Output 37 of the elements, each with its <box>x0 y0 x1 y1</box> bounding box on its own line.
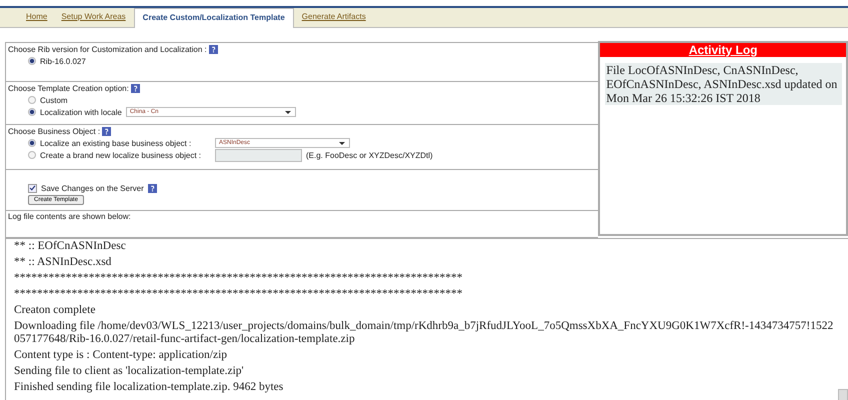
nav-tab[interactable]: Generate Artifacts <box>296 8 372 27</box>
radio-button[interactable] <box>28 151 36 159</box>
option-label: Rib-16.0.027 <box>40 56 86 66</box>
log-line: ****************************************************************************** <box>14 272 464 285</box>
business-object-input[interactable] <box>215 148 302 162</box>
nav-tab[interactable]: Setup Work Areas <box>55 8 132 27</box>
radio-button[interactable] <box>28 108 36 116</box>
log-line: ****************************************************************************** <box>14 288 464 301</box>
log-line: Content type is : Content-type: application/zip <box>14 349 228 362</box>
activity-message: File LocOfASNInDesc, CnASNInDesc, EOfCnASNInDesc, ASNInDesc.xsd updated on Mon Mar 26 15:32:26 IST 2018 <box>605 63 842 105</box>
section-label: Choose Rib version for Customization and Localization : <box>8 45 207 54</box>
radio-button[interactable] <box>28 139 36 147</box>
activity-log-title: Activity Log <box>688 43 758 57</box>
option-label: Localize an existing base business object : <box>40 138 192 148</box>
log-line: Creaton complete <box>14 304 96 317</box>
help-icon[interactable] <box>102 127 112 136</box>
radio-button[interactable] <box>28 57 36 65</box>
log-line: Downloading file /home/dev03/WLS_12213/user_projects/domains/bulk_domain/tmp/rKdhrb9a_b7jRfudJLYooL_7o5QmssXbXA_FncYXU9G0K1W7XcfR!-1434734757!1522057177648/Rib-16.0.027/retail-func-artifact-gen/localization-template.zip <box>14 320 834 346</box>
option-label: Create a brand new localize business object : <box>40 150 202 160</box>
option-label: Localization with locale <box>40 108 122 116</box>
log-line: Sending file to client as 'localization-template.zip' <box>14 365 245 378</box>
log-caption: Log file contents are shown below: <box>8 212 131 221</box>
section-label: Choose Template Creation option: <box>8 84 129 93</box>
log-line: ** :: ASNInDesc.xsd <box>14 256 112 269</box>
help-icon[interactable] <box>130 84 140 93</box>
log-line: ** :: EOfCnASNInDesc <box>14 240 127 253</box>
checkbox[interactable] <box>28 184 37 192</box>
checkbox-label: Save Changes on the Server <box>41 184 144 192</box>
radio-button[interactable] <box>28 96 36 104</box>
nav-tab[interactable]: Create Custom/Localization Template <box>134 8 294 28</box>
help-icon[interactable] <box>208 45 218 54</box>
log-line: Finished sending file localization-template.zip. 9462 bytes <box>14 381 284 394</box>
option-label: Custom <box>40 96 68 104</box>
nav-tab[interactable]: Home <box>20 8 54 27</box>
hint-text: (E.g. FooDesc or XYZDesc/XYZDtl) <box>306 150 433 160</box>
help-icon[interactable] <box>148 184 157 192</box>
section-label: Choose Business Object : <box>8 127 100 136</box>
